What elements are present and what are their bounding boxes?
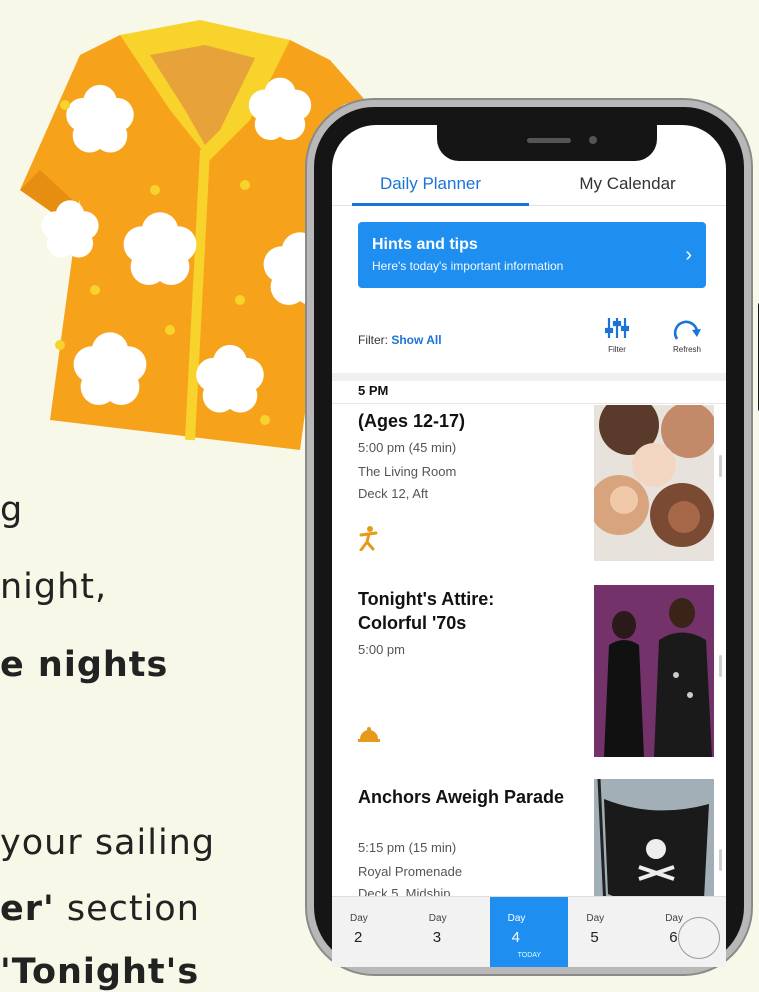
dining-bell-icon [358, 723, 380, 749]
speaker-grille [527, 138, 571, 143]
phone-screen: Daily Planner My Calendar Hints and tips… [332, 125, 726, 967]
event-card[interactable]: Tonight's Attire: Colorful '70s 5:00 pm [332, 575, 726, 775]
bg-text-line-5: er' section [0, 889, 200, 929]
pirate-flag-photo [594, 779, 714, 897]
filter-value: Show All [391, 333, 442, 347]
bg-text-line-1: g [0, 490, 24, 530]
event-time: 5:15 pm (15 min) [358, 840, 457, 855]
tab-daily-planner[interactable]: Daily Planner [332, 163, 529, 206]
watermark-logo [678, 917, 720, 959]
planner-tabs: Daily Planner My Calendar [332, 163, 726, 206]
bg-text-line-2: night, [0, 567, 108, 607]
phone-notch [437, 125, 657, 161]
scroll-indicator [719, 655, 722, 677]
day-tab-3[interactable]: Day 3 [411, 897, 490, 967]
sliders-icon [592, 317, 642, 345]
bg-text-line-6: 'Tonight's [0, 952, 200, 992]
event-time: 5:00 pm [358, 642, 405, 657]
phone-mockup: Daily Planner My Calendar Hints and tips… [314, 107, 759, 967]
teens-photo [594, 405, 714, 561]
event-title: Anchors Aweigh Parade [358, 787, 565, 807]
day-tab-2[interactable]: Day 2 [332, 897, 411, 967]
refresh-icon [662, 317, 712, 345]
event-location: Deck 5, Midship [358, 886, 451, 897]
event-venue: The Living Room [358, 464, 457, 479]
event-card[interactable]: Anchors Aweigh Parade 5:15 pm (15 min) R… [332, 769, 726, 897]
hint-subtitle: Here's today's important information [372, 259, 564, 273]
refresh-button-label: Refresh [672, 345, 701, 354]
event-title: Tonight's Attire: Colorful '70s [358, 589, 495, 633]
time-header: 5 PM [358, 383, 389, 398]
refresh-button[interactable]: Refresh [662, 317, 712, 354]
bg-text-line-4: your sailing [0, 823, 216, 863]
day-tab-5[interactable]: Day 5 [568, 897, 647, 967]
section-divider [332, 373, 726, 381]
event-card[interactable]: (Ages 12-17) 5:00 pm (45 min) The Living… [332, 405, 726, 581]
tab-my-calendar[interactable]: My Calendar [529, 163, 726, 205]
attire-photo [594, 585, 714, 757]
scroll-indicator [719, 455, 722, 477]
event-location: Deck 12, Aft [358, 486, 429, 501]
hint-title: Hints and tips [372, 236, 478, 253]
day-selector: Day 2 Day 3 Day 4 TODAY Day 5 Day 6 [332, 896, 726, 967]
scroll-indicator [719, 849, 722, 871]
day-tab-4[interactable]: Day 4 TODAY [489, 897, 569, 967]
event-list[interactable]: (Ages 12-17) 5:00 pm (45 min) The Living… [332, 405, 726, 897]
front-camera [589, 136, 597, 144]
chevron-right-icon: › [685, 244, 692, 266]
event-title: (Ages 12-17) [358, 411, 466, 431]
filter-row: Filter: Show All Filter Refresh [358, 317, 712, 367]
filter-status[interactable]: Filter: Show All [358, 333, 442, 347]
hints-banner[interactable]: Hints and tips Here's today's important … [358, 222, 706, 288]
filter-button[interactable]: Filter [592, 317, 642, 354]
filter-button-label: Filter [608, 345, 626, 354]
event-venue: Royal Promenade [358, 864, 463, 879]
time-divider [332, 403, 726, 404]
activity-person-icon [358, 525, 380, 557]
bg-text-line-3: e nights [0, 645, 169, 685]
event-time: 5:00 pm (45 min) [358, 440, 457, 455]
